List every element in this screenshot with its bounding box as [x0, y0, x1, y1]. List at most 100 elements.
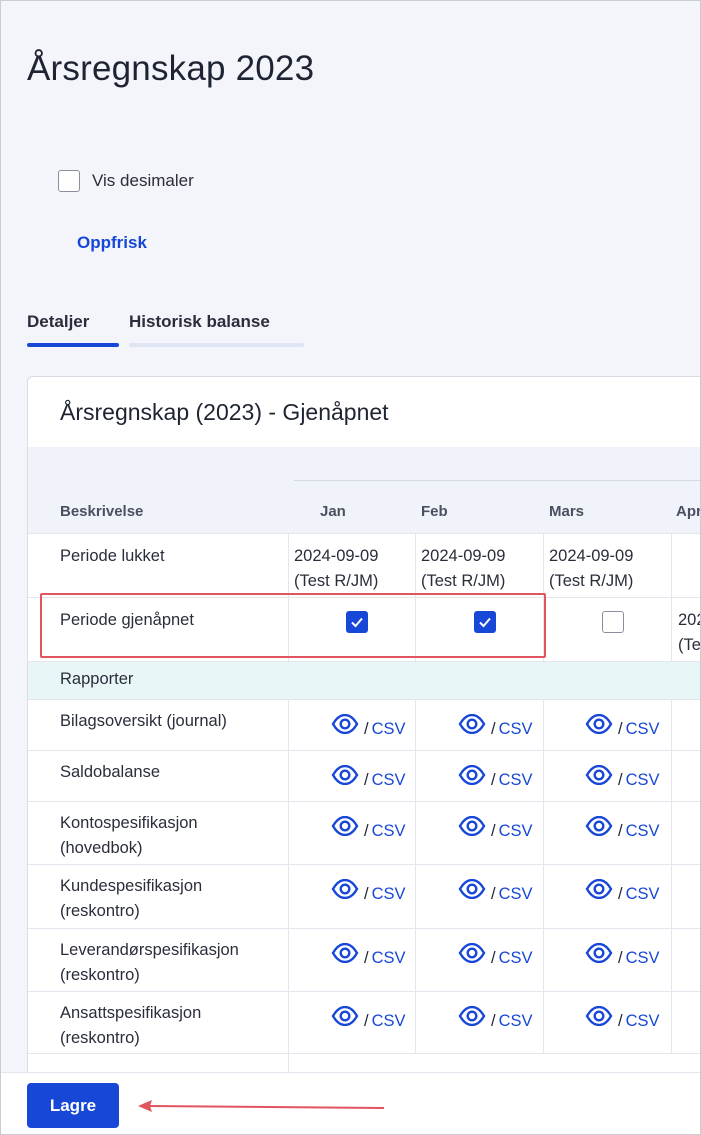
view-eye-icon[interactable]	[331, 713, 359, 739]
view-eye-icon[interactable]	[331, 878, 359, 904]
table-row-report: Ansattspesifikasjon (reskontro) / CSV / CSV / C…	[28, 991, 700, 1053]
report-links: / CSV	[585, 942, 660, 968]
tab-detaljer[interactable]: Detaljer	[27, 310, 119, 347]
csv-link[interactable]: CSV	[499, 949, 533, 968]
report-links: / CSV	[585, 878, 660, 904]
csv-link[interactable]: CSV	[372, 822, 406, 841]
report-links: / CSV	[331, 942, 406, 968]
csv-link[interactable]: CSV	[626, 949, 660, 968]
tab-historisk-balanse[interactable]: Historisk balanse	[129, 310, 304, 347]
view-eye-icon[interactable]	[585, 878, 613, 904]
report-links: / CSV	[458, 878, 533, 904]
view-eye-icon[interactable]	[585, 713, 613, 739]
column-header-feb[interactable]: Feb	[421, 503, 448, 520]
column-header-mars[interactable]: Mars	[549, 503, 584, 520]
csv-link[interactable]: CSV	[499, 822, 533, 841]
link-separator: /	[364, 822, 369, 840]
table-row-report: Kontospesifikasjon (hovedbok) / CSV / CSV / CSV	[28, 801, 700, 864]
link-separator: /	[491, 1012, 496, 1030]
refresh-link[interactable]: Oppfrisk	[77, 233, 147, 253]
annotation-arrow	[138, 1100, 385, 1112]
csv-link[interactable]: CSV	[372, 949, 406, 968]
app-window: Årsregnskap 2023 Vis desimaler Oppfrisk …	[0, 0, 701, 1135]
link-separator: /	[364, 885, 369, 903]
view-eye-icon[interactable]	[458, 713, 486, 739]
csv-link[interactable]: CSV	[626, 1012, 660, 1031]
report-links: / CSV	[331, 764, 406, 790]
link-separator: /	[618, 885, 623, 903]
column-header-apr[interactable]: Apr	[676, 503, 700, 520]
reopen-mars-checkbox[interactable]	[602, 611, 624, 633]
show-decimals-option[interactable]: Vis desimaler	[58, 170, 194, 192]
csv-link[interactable]: CSV	[372, 885, 406, 904]
csv-link[interactable]: CSV	[499, 1012, 533, 1031]
report-links: / CSV	[458, 764, 533, 790]
period-closed-jan: 2024-09-09 (Test R/JM)	[294, 547, 379, 590]
csv-link[interactable]: CSV	[499, 720, 533, 739]
report-links: / CSV	[585, 713, 660, 739]
link-separator: /	[618, 949, 623, 967]
report-label: Saldobalanse	[60, 763, 160, 781]
view-eye-icon[interactable]	[585, 1005, 613, 1031]
report-label: Leverandørspesifikasjon (reskontro)	[60, 941, 239, 984]
column-header-jan[interactable]: Jan	[320, 503, 346, 520]
report-label: Kontospesifikasjon (hovedbok)	[60, 814, 198, 857]
view-eye-icon[interactable]	[331, 1005, 359, 1031]
view-eye-icon[interactable]	[458, 878, 486, 904]
csv-link[interactable]: CSV	[372, 771, 406, 790]
period-closed-feb: 2024-09-09 (Test R/JM)	[421, 547, 506, 590]
report-links: / CSV	[331, 878, 406, 904]
report-links: / CSV	[458, 1005, 533, 1031]
csv-link[interactable]: CSV	[626, 771, 660, 790]
table-row-period-closed: Periode lukket 2024-09-09 (Test R/JM) 20…	[28, 533, 700, 597]
show-decimals-label: Vis desimaler	[92, 171, 194, 190]
section-reports: Rapporter	[28, 661, 700, 699]
link-separator: /	[491, 720, 496, 738]
view-eye-icon[interactable]	[458, 764, 486, 790]
csv-link[interactable]: CSV	[372, 1012, 406, 1031]
page-title: Årsregnskap 2023	[27, 49, 315, 88]
link-separator: /	[618, 720, 623, 738]
link-separator: /	[618, 1012, 623, 1030]
csv-link[interactable]: CSV	[372, 720, 406, 739]
csv-link[interactable]: CSV	[626, 885, 660, 904]
view-eye-icon[interactable]	[585, 815, 613, 841]
report-links: / CSV	[331, 1005, 406, 1031]
show-decimals-checkbox[interactable]	[58, 170, 80, 192]
csv-link[interactable]: CSV	[626, 720, 660, 739]
report-links: / CSV	[458, 942, 533, 968]
link-separator: /	[491, 949, 496, 967]
view-eye-icon[interactable]	[331, 815, 359, 841]
reopen-feb-checkbox[interactable]	[474, 611, 496, 633]
annual-accounts-card: Årsregnskap (2023) - Gjenåpnet Beskrivel…	[27, 376, 701, 1096]
view-eye-icon[interactable]	[331, 942, 359, 968]
section-reports-label: Rapporter	[60, 670, 134, 688]
view-eye-icon[interactable]	[331, 764, 359, 790]
link-separator: /	[364, 720, 369, 738]
report-links: / CSV	[331, 815, 406, 841]
link-separator: /	[364, 949, 369, 967]
view-eye-icon[interactable]	[458, 815, 486, 841]
view-eye-icon[interactable]	[458, 1005, 486, 1031]
card-title: Årsregnskap (2023) - Gjenåpnet	[60, 399, 389, 425]
period-reopened-apr: 202 (Te	[678, 611, 701, 654]
view-eye-icon[interactable]	[585, 942, 613, 968]
link-separator: /	[618, 822, 623, 840]
link-separator: /	[491, 771, 496, 789]
report-links: / CSV	[331, 713, 406, 739]
view-eye-icon[interactable]	[585, 764, 613, 790]
table-row-report: Saldobalanse / CSV / CSV / CSV	[28, 750, 700, 801]
report-label: Bilagsoversikt (journal)	[60, 712, 227, 730]
report-links: / CSV	[585, 764, 660, 790]
link-separator: /	[491, 822, 496, 840]
save-button[interactable]: Lagre	[27, 1083, 119, 1128]
csv-link[interactable]: CSV	[499, 885, 533, 904]
csv-link[interactable]: CSV	[626, 822, 660, 841]
report-links: / CSV	[458, 815, 533, 841]
report-links: / CSV	[458, 713, 533, 739]
reopen-jan-checkbox[interactable]	[346, 611, 368, 633]
table-row-report: Kundespesifikasjon (reskontro) / CSV / CSV / CS…	[28, 864, 700, 928]
period-closed-label: Periode lukket	[60, 547, 165, 565]
view-eye-icon[interactable]	[458, 942, 486, 968]
csv-link[interactable]: CSV	[499, 771, 533, 790]
